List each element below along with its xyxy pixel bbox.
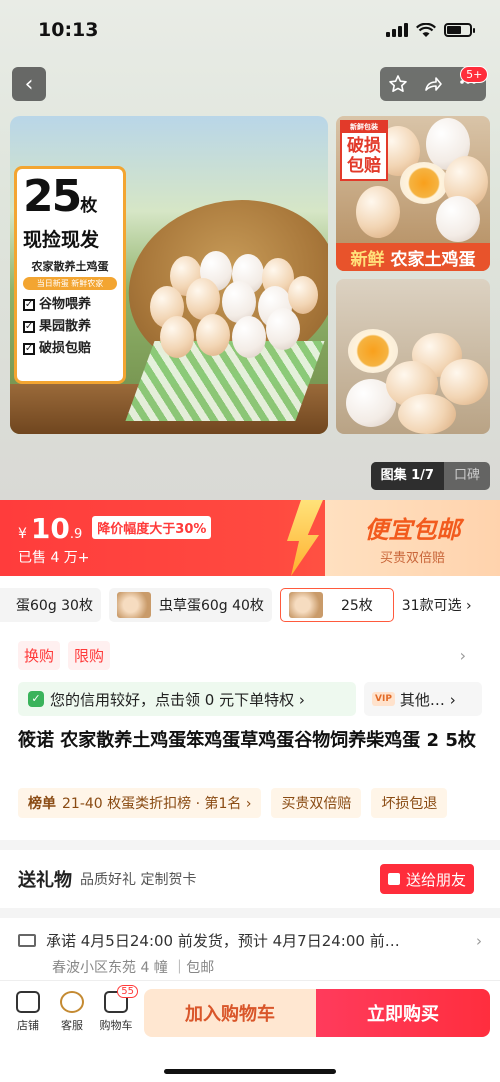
discount-chip: 降价幅度大于30% (92, 516, 212, 539)
status-icons (386, 22, 475, 38)
shipping-promise: 承诺 4月5日24:00 前发货，预计 4月7日24:00 前… › (18, 930, 482, 951)
price: ¥ 10 .9 降价幅度大于30% (18, 512, 212, 545)
price-guarantee-badge[interactable]: 买贵双倍赔 (271, 788, 362, 818)
egg (266, 308, 300, 350)
shop-button[interactable]: 店铺 (6, 991, 50, 1033)
credit-row: ✓ 您的信用较好，点击领 0 元下单特权 › VIP 其他… › (18, 682, 482, 716)
egg (288, 276, 318, 314)
promo-title: 便宜包邮 (364, 516, 461, 544)
share-icon[interactable] (423, 74, 443, 94)
star-icon[interactable] (388, 74, 408, 94)
price-integer: 10 (30, 512, 70, 545)
product-name-label: 农家散养土鸡蛋 (31, 260, 109, 273)
check-item: ✓ 破损包赔 (23, 341, 92, 356)
egg (436, 196, 480, 242)
shop-icon (16, 991, 40, 1013)
promo-slogan: 现捡现发 (23, 229, 100, 251)
bottom-action-bar: 店铺 客服 55 购物车 加入购物车 立即购买 (0, 980, 500, 1082)
egg (232, 316, 266, 358)
sku-option[interactable]: 蛋60g 30枚 (0, 588, 101, 622)
freshness-pill: 当日新蛋 新鲜农家 (23, 277, 117, 290)
customer-service-button[interactable]: 客服 (50, 991, 94, 1033)
egg (398, 394, 456, 434)
promo-subtitle: 买贵双倍赔 (379, 551, 445, 566)
checkbox-icon: ✓ (23, 343, 35, 355)
damage-refund-badge[interactable]: 坏损包退 (371, 788, 448, 818)
chevron-right-icon[interactable]: › (460, 646, 466, 665)
promo-tags[interactable]: 换购 限购 › (18, 640, 488, 670)
price-block: ¥ 10 .9 降价幅度大于30% 已售 4 万+ (18, 512, 212, 567)
shipping-section[interactable]: 承诺 4月5日24:00 前发货，预计 4月7日24:00 前… › 春波小区东… (0, 918, 500, 980)
side-thumbnail-2[interactable] (336, 279, 490, 434)
shipping-address: 春波小区东苑 4 幢 ｜包邮 (52, 960, 215, 976)
more-skus-link[interactable]: 31款可选 › (402, 595, 472, 615)
wifi-icon (416, 22, 436, 37)
product-info-card: 蛋60g 30枚 虫草蛋60g 40枚 25枚 31款可选 › 换购 限购 › … (0, 576, 500, 840)
tag-trade-in[interactable]: 换购 (18, 640, 61, 670)
sold-count: 已售 4 万+ (18, 550, 90, 566)
sku-option[interactable]: 虫草蛋60g 40枚 (108, 588, 272, 622)
status-bar: 10:13 (0, 0, 500, 60)
service-icon (60, 991, 84, 1013)
sku-option-selected[interactable]: 25枚 (279, 588, 394, 622)
main-product-image[interactable]: 25枚 现捡现发 农家散养土鸡蛋 当日新蛋 新鲜农家 ✓ 谷物喂养 ✓ 果园散养 ✓… (10, 116, 328, 434)
sku-thumbnail (116, 592, 151, 618)
chevron-left-icon: ‹ (24, 71, 34, 97)
egg (356, 186, 400, 238)
fresh-eggs-banner: 新鲜 农家土鸡蛋 (336, 243, 490, 271)
sku-selector[interactable]: 蛋60g 30枚 虫草蛋60g 40枚 25枚 31款可选 › (0, 588, 500, 622)
gallery-tab-images[interactable]: 图集 1/7 (370, 462, 444, 490)
price-bar: ¥ 10 .9 降价幅度大于30% 已售 4 万+ 便宜包邮 买贵双倍赔 (0, 500, 500, 576)
cracked-egg-yolk (400, 162, 448, 204)
gallery-indicator[interactable]: 图集 1/7 口碑 (370, 462, 490, 490)
promo-tag-card: 25枚 现捡现发 农家散养土鸡蛋 当日新蛋 新鲜农家 ✓ 谷物喂养 ✓ 果园散养 ✓… (14, 166, 126, 384)
shield-icon: ✓ (28, 691, 44, 707)
home-indicator (164, 1069, 336, 1074)
vip-offer[interactable]: VIP 其他… › (364, 682, 482, 716)
egg (160, 316, 194, 358)
product-title: 筱诺 农家散养土鸡蛋笨鸡蛋草鸡蛋谷物饲养柴鸡蛋 2 5枚 (18, 730, 476, 751)
ranking-badge[interactable]: 榜单 21-40 枚蛋类折扣榜 · 第1名 › (18, 788, 262, 818)
nav-actions: 5+ (380, 66, 489, 101)
battery-icon (444, 23, 475, 37)
check-item: ✓ 果园散养 (23, 319, 92, 334)
promo-block[interactable]: 便宜包邮 买贵双倍赔 (325, 500, 500, 576)
egg-count: 25枚 (23, 171, 98, 222)
chevron-right-icon: › (476, 931, 482, 950)
clock: 10:13 (38, 19, 99, 41)
gift-title: 送礼物 (18, 870, 72, 891)
gallery-tab-reviews[interactable]: 口碑 (444, 462, 490, 490)
badge-row[interactable]: 榜单 21-40 枚蛋类折扣榜 · 第1名 › 买贵双倍赔 坏损包退 (18, 788, 500, 818)
sku-thumbnail (288, 592, 323, 618)
egg (196, 314, 230, 356)
checkered-cloth (125, 341, 325, 421)
cart-button[interactable]: 55 购物车 (94, 985, 138, 1033)
notification-badge: 5+ (460, 66, 489, 83)
check-item: ✓ 谷物喂养 (23, 297, 92, 312)
gift-section: 送礼物 品质好礼 定制贺卡 送给朋友 (0, 850, 500, 908)
checkbox-icon: ✓ (23, 299, 35, 311)
egg (440, 359, 488, 405)
checkbox-icon: ✓ (23, 321, 35, 333)
send-gift-button[interactable]: 送给朋友 (379, 864, 474, 894)
product-detail-page: 25枚 现捡现发 农家散养土鸡蛋 当日新蛋 新鲜农家 ✓ 谷物喂养 ✓ 果园散养 ✓… (0, 0, 500, 1082)
back-button[interactable]: ‹ (12, 67, 46, 101)
lightning-bolt-icon (287, 500, 323, 576)
cart-count-badge: 55 (117, 985, 138, 998)
vip-icon: VIP (372, 692, 395, 706)
gift-icon (387, 873, 400, 885)
side-thumbnail-1[interactable]: 新鲜包装 破损包赔 新鲜 农家土鸡蛋 (336, 116, 490, 271)
gift-subtitle: 品质好礼 定制贺卡 (80, 872, 197, 888)
damage-guarantee-tag: 新鲜包装 破损包赔 (340, 120, 388, 181)
cracked-egg-yolk (348, 329, 398, 373)
credit-offer[interactable]: ✓ 您的信用较好，点击领 0 元下单特权 › (18, 682, 356, 716)
signal-icon (386, 23, 408, 37)
cart-icon: 55 (104, 985, 138, 1013)
price-decimal: .9 (69, 527, 83, 542)
more-button[interactable]: 5+ (458, 66, 489, 96)
tag-limited[interactable]: 限购 (68, 640, 111, 670)
buy-now-button[interactable]: 立即购买 (316, 989, 490, 1037)
truck-icon (18, 934, 36, 947)
add-to-cart-button[interactable]: 加入购物车 (144, 989, 316, 1037)
